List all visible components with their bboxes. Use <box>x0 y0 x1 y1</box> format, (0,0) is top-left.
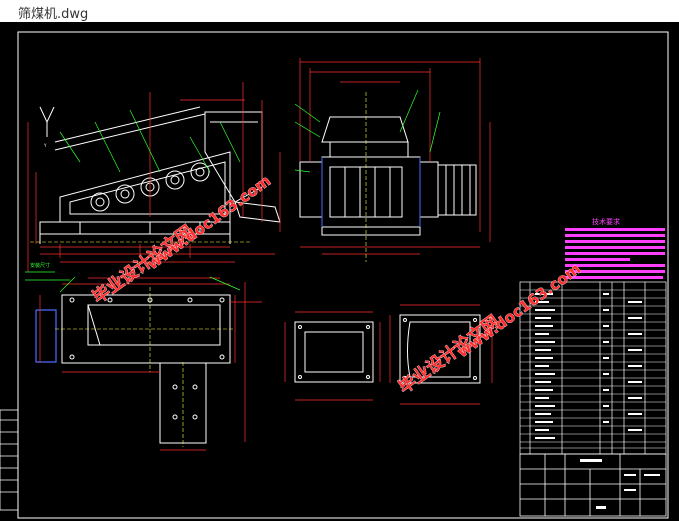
watermark-2: 毕业设计论文网 www.doc163.com <box>394 259 584 398</box>
title-bar: 筛煤机.dwg <box>0 0 679 23</box>
plan-view[interactable] <box>35 276 262 451</box>
front-view[interactable] <box>279 58 491 262</box>
cad-canvas[interactable]: Y 安装尺寸 技术要求 毕业设计论文网 www.doc163.com 毕业设计论… <box>0 22 679 521</box>
title-block[interactable] <box>519 453 667 517</box>
revision-block <box>0 409 19 511</box>
parts-list-table[interactable] <box>519 281 667 455</box>
window-title: 筛煤机.dwg <box>18 7 89 22</box>
tech-req-heading: 技术要求 <box>592 217 620 226</box>
install-note: 安装尺寸 <box>30 262 50 269</box>
view-label-y: Y <box>43 143 47 148</box>
section-view-a[interactable] <box>284 311 381 401</box>
